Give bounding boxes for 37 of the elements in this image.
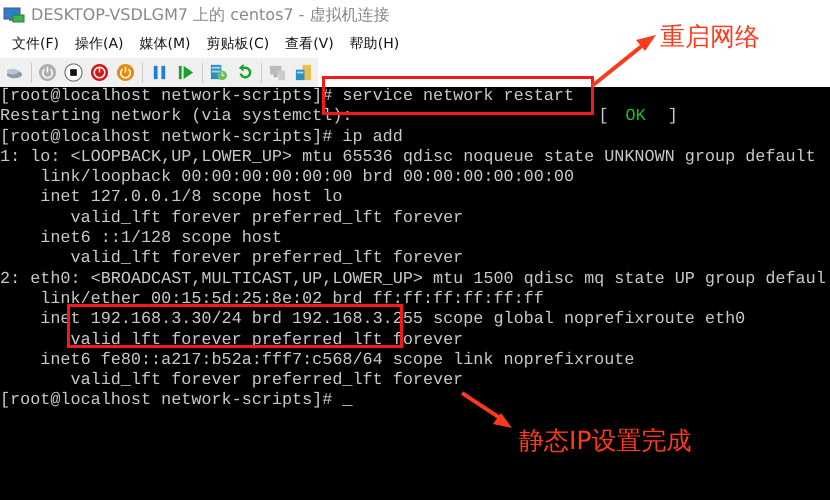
stop-icon — [64, 63, 84, 82]
folder-icon — [294, 63, 313, 82]
terminal-line: valid_lft forever preferred_lft forever — [69, 249, 464, 270]
menu-item[interactable]: 媒体(M) — [132, 35, 199, 53]
terminal-line: inet 127.0.0.1/8 scope host lo — [39, 188, 342, 209]
menu-item[interactable]: 剪贴板(C) — [198, 35, 278, 53]
terminal-line: [root@localhost network-scripts]# ip add — [0, 128, 403, 148]
annotation-label: 重启网络 — [660, 21, 760, 53]
terminal-line: [root@localhost network-scripts]# — [0, 391, 334, 412]
server-icon — [208, 63, 228, 82]
annotation-label: 静态IP设置完成 — [519, 425, 692, 457]
terminal-line: link/ether 00:15:5d:25:8e:02 brd ff:ff:ff:ff:ff:ff — [39, 290, 544, 310]
terminal-line: Restarting network (via systemctl): — [0, 107, 352, 128]
terminal-line: valid_lft forever preferred_lft forever — [69, 371, 464, 392]
power-icon — [38, 63, 58, 82]
status-label: OK — [626, 107, 646, 128]
menu-item[interactable]: 操作(A) — [66, 35, 132, 53]
annotation-arrow — [460, 391, 512, 428]
window-title: DESKTOP-VSDLGM7 上的 centos7 - 虚拟机连接 — [31, 4, 390, 26]
menu-item[interactable]: 帮助(H) — [342, 35, 408, 53]
power-icon — [116, 63, 136, 82]
power-icon — [90, 63, 110, 82]
computer-icon — [268, 63, 287, 82]
terminal-line: link/loopback 00:00:00:00:00:00 brd 00:00:00:00:00:00 — [39, 168, 574, 188]
terminal-line: 1: lo: <LOOPBACK,UP,LOWER_UP> mtu 65536 qdisc noqueue state UNKNOWN group default — [0, 148, 816, 168]
status-bracket: ] — [668, 107, 678, 128]
terminal-line: inet6 ::1/128 scope host — [39, 229, 282, 250]
terminal-line: inet6 fe80::a217:b52a:fff7:c568/64 scope link noprefixroute — [39, 350, 634, 372]
menu-item[interactable]: 文件(F) — [4, 35, 67, 53]
terminal-line: 2: eth0: <BROADCAST,MULTICAST,UP,LOWER_UP> mtu 1500 qdisc mq state UP group defaul — [0, 270, 826, 290]
status-bracket: [ — [598, 107, 609, 128]
terminal-line: valid_lft forever preferred_lft forever — [69, 208, 464, 230]
menu-item[interactable]: 查看(V) — [277, 35, 342, 53]
computer-icon — [3, 6, 25, 24]
text-cursor: _ — [342, 391, 352, 412]
annotation-arrow — [590, 35, 656, 88]
toolbar-button[interactable] — [62, 61, 86, 84]
